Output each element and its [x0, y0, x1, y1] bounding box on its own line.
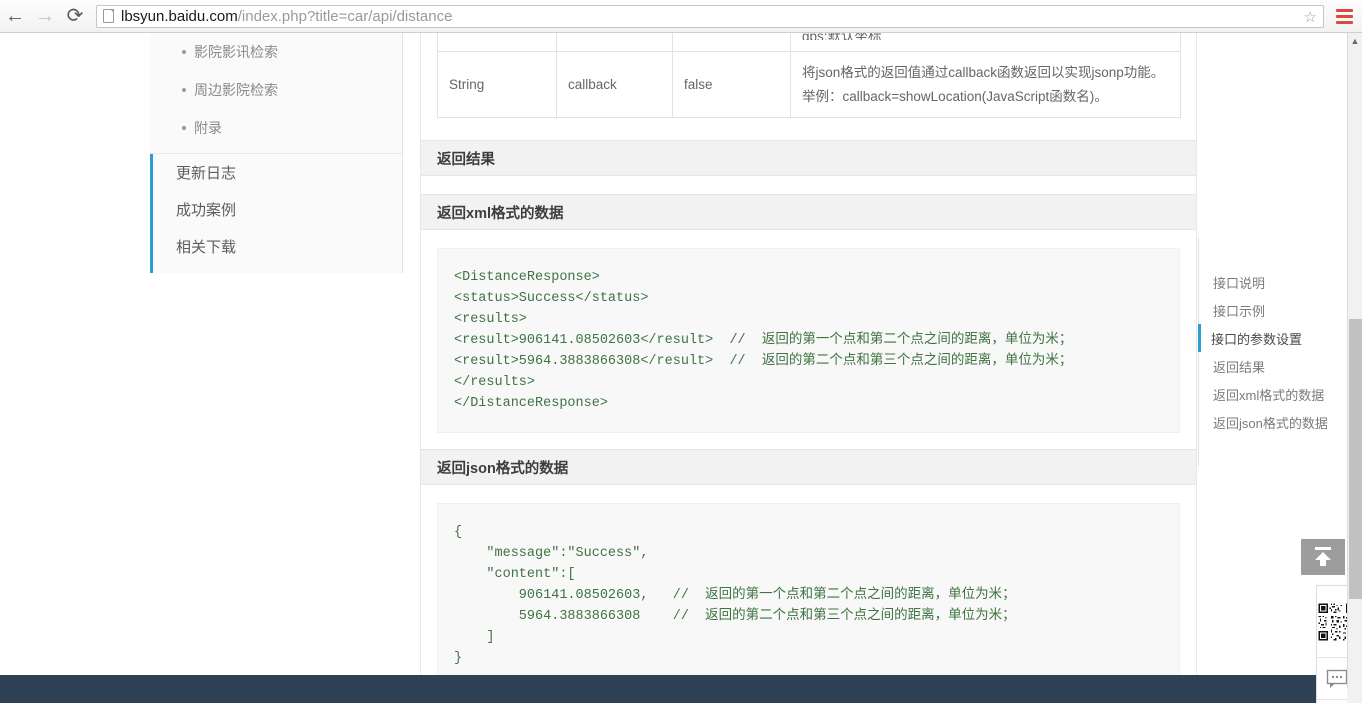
json-code-block-wrapper: { "message":"Success", "content":[ 90614…: [421, 485, 1196, 703]
toc-item-label: 接口的参数设置: [1211, 331, 1303, 347]
main-content-panel: gps;默认坐标 String callback false 将json格式的返…: [420, 33, 1197, 703]
xml-code-block-wrapper: <DistanceResponse> <status>Success</stat…: [421, 230, 1196, 450]
table-cell-type: String: [437, 50, 557, 119]
toc-item-label: 接口说明: [1213, 275, 1266, 291]
bullet-icon: [182, 50, 186, 54]
sidebar-item-label: 周边影院检索: [194, 82, 278, 98]
toc-item-interface-description[interactable]: 接口说明: [1198, 268, 1348, 296]
menu-line: [1335, 20, 1353, 24]
sidebar-item-label: 影院影讯检索: [194, 44, 278, 60]
right-table-of-contents: 接口说明 接口示例 接口的参数设置 返回结果 返回xml格式的数据 返回json…: [1198, 238, 1348, 466]
sidebar-item-appendix[interactable]: 附录: [150, 109, 402, 147]
sidebar-item-changelog[interactable]: 更新日志: [153, 154, 402, 191]
toc-item-label: 返回结果: [1213, 359, 1266, 375]
page-viewport: 影院影讯检索 周边影院检索 附录 更新日志 成功案例 相关下载 String c…: [0, 33, 1362, 703]
sidebar-item-label: 更新日志: [176, 165, 237, 182]
table-row-clipped: gps;默认坐标: [437, 33, 1181, 52]
menu-line: [1335, 8, 1353, 12]
sidebar-item-downloads[interactable]: 相关下载: [153, 228, 402, 265]
table-cell-name: callback: [556, 50, 673, 119]
section-heading-results: 返回结果: [421, 140, 1196, 177]
scrollbar-up-arrow[interactable]: ▲: [1348, 33, 1362, 48]
toc-item-return-json[interactable]: 返回json格式的数据: [1198, 408, 1348, 436]
scrollbar-thumb[interactable]: [1349, 319, 1362, 599]
menu-line: [1335, 14, 1353, 18]
sidebar-item-case-studies[interactable]: 成功案例: [153, 191, 402, 228]
parameter-table: gps;默认坐标 String callback false 将json格式的返…: [437, 33, 1181, 119]
section-heading-xml: 返回xml格式的数据: [421, 194, 1196, 231]
forward-arrow-icon[interactable]: →: [30, 1, 60, 31]
table-row: String callback false 将json格式的返回值通过callb…: [437, 50, 1181, 119]
sidebar-item-label: 成功案例: [176, 202, 237, 219]
url-path: /index.php?title=car/api/distance: [237, 7, 453, 25]
toc-item-label: 接口示例: [1213, 303, 1266, 319]
hamburger-menu-icon[interactable]: [1331, 8, 1357, 24]
bookmark-star-icon[interactable]: ☆: [1304, 9, 1317, 26]
bullet-icon: [182, 126, 186, 130]
page-document-icon: [103, 9, 114, 23]
toc-item-return-xml[interactable]: 返回xml格式的数据: [1198, 380, 1348, 408]
back-arrow-icon[interactable]: ←: [0, 1, 30, 31]
table-cell: [556, 33, 673, 52]
toc-item-interface-parameters[interactable]: 接口的参数设置: [1198, 324, 1348, 352]
table-cell-clipped-desc: gps;默认坐标: [790, 33, 1181, 52]
url-host: lbsyun.baidu.com: [121, 7, 238, 25]
scroll-to-top-arrow-icon[interactable]: [1301, 539, 1345, 575]
toc-item-interface-example[interactable]: 接口示例: [1198, 296, 1348, 324]
toc-item-label: 返回json格式的数据: [1213, 415, 1328, 431]
url-text: lbsyun.baidu.com/index.php?title=car/api…: [121, 8, 452, 25]
left-sidebar-nav: 影院影讯检索 周边影院检索 附录 更新日志 成功案例 相关下载: [150, 33, 403, 273]
table-cell: [437, 33, 557, 52]
table-cell: [672, 33, 791, 52]
json-code-block: { "message":"Success", "content":[ 90614…: [437, 503, 1180, 689]
bullet-icon: [182, 88, 186, 92]
address-bar[interactable]: lbsyun.baidu.com/index.php?title=car/api…: [96, 4, 1324, 28]
sidebar-item-nearby-cinema[interactable]: 周边影院检索: [150, 71, 402, 109]
vertical-scrollbar[interactable]: ▲ ▼: [1347, 33, 1362, 703]
xml-code-block: <DistanceResponse> <status>Success</stat…: [437, 248, 1180, 434]
section-heading-json: 返回json格式的数据: [421, 449, 1196, 486]
reload-icon[interactable]: ⟳: [60, 1, 90, 31]
sidebar-item-label: 附录: [194, 120, 222, 136]
spacer: [421, 176, 1196, 195]
table-cell-description: 将json格式的返回值通过callback函数返回以实现jsonp功能。举例：c…: [790, 50, 1181, 119]
page-footer-bar: [0, 675, 1348, 703]
table-cell-required: false: [672, 50, 791, 119]
sidebar-item-label: 相关下载: [176, 239, 237, 256]
toc-item-label: 返回xml格式的数据: [1213, 387, 1325, 403]
spacer: [421, 118, 1196, 141]
scrollbar-corner: [1347, 688, 1362, 703]
toc-item-return-results[interactable]: 返回结果: [1198, 352, 1348, 380]
browser-toolbar: ← → ⟳ lbsyun.baidu.com/index.php?title=c…: [0, 0, 1362, 33]
left-sidebar-mainlist: 更新日志 成功案例 相关下载: [150, 154, 402, 273]
sidebar-item-cinema-news[interactable]: 影院影讯检索: [150, 33, 402, 71]
left-sidebar-sublist: 影院影讯检索 周边影院检索 附录: [150, 33, 402, 154]
